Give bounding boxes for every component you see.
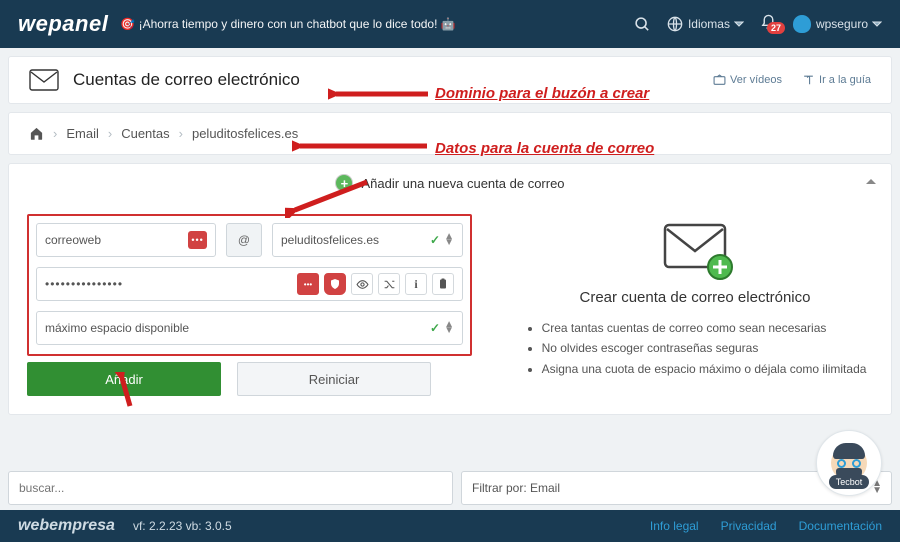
notifications-icon[interactable]: 27 (760, 14, 777, 34)
mail-plus-icon (662, 222, 728, 275)
breadcrumb: › Email › Cuentas › peluditosfelices.es (8, 112, 892, 155)
footer-brand: webempresa (18, 517, 115, 535)
password-value: ••••••••••••••• (45, 277, 297, 291)
notification-badge: 27 (767, 22, 785, 34)
clipboard-icon[interactable] (432, 273, 454, 295)
info-column: Crear cuenta de correo electrónico Crea … (517, 214, 873, 396)
username-field[interactable]: ••• (36, 223, 216, 257)
eye-icon[interactable] (351, 273, 373, 295)
header-tagline: 🎯 ¡Ahorra tiempo y dinero con un chatbot… (120, 17, 455, 31)
user-menu[interactable]: wpseguro (793, 15, 882, 33)
reset-button[interactable]: Reiniciar (237, 362, 431, 396)
domain-select[interactable]: peluditosfelices.es ✓ ▲▼ (272, 223, 463, 257)
language-menu[interactable]: Idiomas (667, 16, 744, 32)
user-avatar-icon (793, 15, 811, 33)
footer-legal-link[interactable]: Info legal (650, 519, 699, 533)
footer: webempresa vf: 2.2.23 vb: 3.0.5 Info leg… (0, 510, 900, 542)
panel-title: Añadir una nueva cuenta de correo (361, 176, 564, 191)
top-header: wepanel 🎯 ¡Ahorra tiempo y dinero con un… (0, 0, 900, 48)
strength-icon[interactable]: ••• (297, 273, 319, 295)
footer-docs-link[interactable]: Documentación (799, 519, 882, 533)
field-status-chip: ••• (188, 231, 207, 249)
password-field[interactable]: ••••••••••••••• ••• (36, 267, 463, 301)
bottom-filter-bar: Filtrar por: Email ▲▼ ▲▼ (0, 471, 900, 505)
info-bullet: No olvides escoger contraseñas seguras (542, 338, 867, 358)
search-icon[interactable] (634, 16, 651, 33)
username-input[interactable] (45, 233, 184, 247)
footer-privacy-link[interactable]: Privacidad (721, 519, 777, 533)
crumb-email[interactable]: Email (66, 126, 99, 141)
space-select[interactable]: máximo espacio disponible ✓ ▲▼ (36, 311, 463, 345)
form-highlighted-area: ••• @ peluditosfelices.es ✓ ▲▼ •••••••••… (27, 214, 472, 356)
info-icon[interactable]: i (405, 273, 427, 295)
updown-icon: ▲▼ (444, 322, 454, 334)
add-button[interactable]: Añadir (27, 362, 221, 396)
domain-value: peluditosfelices.es (281, 233, 430, 247)
search-input[interactable] (8, 471, 453, 505)
at-symbol: @ (226, 223, 262, 257)
logo[interactable]: wepanel (18, 11, 108, 37)
create-account-panel: + Añadir una nueva cuenta de correo ••• … (8, 163, 892, 415)
updown-icon: ▲▼ (444, 234, 454, 246)
collapse-icon[interactable] (865, 176, 877, 188)
tecbot-label: Tecbot (829, 475, 870, 489)
info-title: Crear cuenta de correo electrónico (580, 289, 811, 306)
info-bullet: Asigna una cuota de espacio máximo o déj… (542, 359, 867, 379)
space-value: máximo espacio disponible (45, 321, 430, 335)
footer-version: vf: 2.2.23 vb: 3.0.5 (133, 519, 232, 533)
page-title-card: Cuentas de correo electrónico Ver vídeos… (8, 56, 892, 104)
user-label: wpseguro (816, 17, 868, 31)
tecbot-button[interactable]: Tecbot (816, 430, 882, 496)
check-icon: ✓ (430, 233, 440, 247)
crumb-domain[interactable]: peluditosfelices.es (192, 126, 298, 141)
page-title: Cuentas de correo electrónico (73, 70, 300, 90)
shuffle-icon[interactable] (378, 273, 400, 295)
videos-link[interactable]: Ver vídeos (713, 74, 782, 87)
panel-header[interactable]: + Añadir una nueva cuenta de correo (9, 164, 891, 202)
mail-icon (29, 69, 59, 91)
info-bullet: Crea tantas cuentas de correo como sean … (542, 318, 867, 338)
home-icon[interactable] (29, 126, 44, 141)
crumb-accounts[interactable]: Cuentas (121, 126, 169, 141)
guide-link[interactable]: Ir a la guía (802, 74, 871, 87)
check-icon: ✓ (430, 321, 440, 335)
shield-icon[interactable] (324, 273, 346, 295)
language-label: Idiomas (688, 17, 730, 31)
plus-circle-icon: + (335, 174, 353, 192)
